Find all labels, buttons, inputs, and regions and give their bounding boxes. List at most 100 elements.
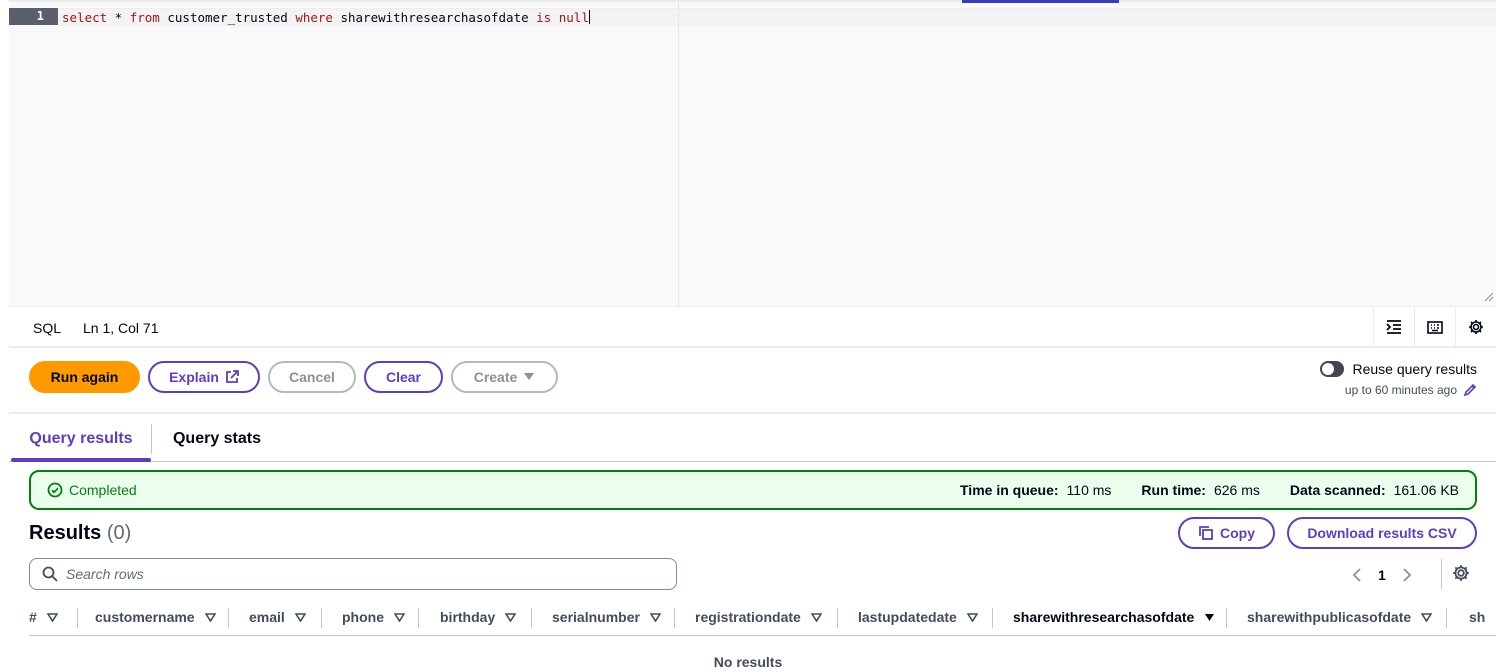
chevron-left-icon[interactable] xyxy=(1352,568,1362,582)
download-results-csv-button[interactable]: Download results CSV xyxy=(1287,517,1477,549)
editor-tab-indicator xyxy=(962,0,1119,3)
settings-gear-icon[interactable] xyxy=(1455,307,1496,347)
no-results-message: No results xyxy=(713,654,783,670)
sql-keyword: from xyxy=(129,10,160,25)
code-area[interactable]: select * from customer_trusted where sha… xyxy=(58,2,1496,306)
clear-button[interactable]: Clear xyxy=(364,361,443,393)
stat-label: Data scanned: xyxy=(1289,482,1386,498)
search-icon xyxy=(42,566,58,582)
column-header-label: sh xyxy=(1469,609,1486,625)
column-header-label: phone xyxy=(342,609,384,625)
create-dropdown-button[interactable]: Create xyxy=(451,361,558,393)
line-number: 1 xyxy=(9,8,58,25)
results-table-header: # customername email phone birthday serialnum… xyxy=(29,600,1496,636)
sort-caret-icon xyxy=(810,612,822,622)
sort-caret-icon xyxy=(505,612,517,622)
print-margin xyxy=(678,2,679,306)
sql-keyword: null xyxy=(558,10,589,25)
reuse-results-toggle[interactable] xyxy=(1320,361,1345,377)
sql-keyword: where xyxy=(295,10,333,25)
status-text: Completed xyxy=(69,482,137,498)
pager-divider xyxy=(1441,559,1442,589)
sort-descending-icon xyxy=(1205,613,1215,621)
column-header[interactable]: serialnumber xyxy=(552,600,661,634)
pagination: 1 xyxy=(1352,560,1412,590)
text-cursor xyxy=(588,10,590,24)
chevron-right-icon[interactable] xyxy=(1402,568,1412,582)
column-header-label: serialnumber xyxy=(552,609,640,625)
editor-statusbar: SQL Ln 1, Col 71 xyxy=(9,306,1496,348)
explain-button[interactable]: Explain xyxy=(148,361,260,393)
column-header-label: lastupdatedate xyxy=(858,609,957,625)
run-again-button[interactable]: Run again xyxy=(29,361,140,393)
sql-editor[interactable]: 1 select * from customer_trusted where s… xyxy=(9,0,1496,306)
reuse-query-results: Reuse query results up to 60 minutes ago xyxy=(1320,361,1477,397)
sort-caret-icon xyxy=(1421,612,1433,622)
query-action-bar: Run again Explain Cancel Clear Create Re… xyxy=(9,349,1496,414)
column-header[interactable]: sharewithpublicasofdate xyxy=(1247,600,1433,634)
sort-caret-icon xyxy=(46,612,58,622)
search-rows-field[interactable] xyxy=(29,558,677,590)
column-divider[interactable] xyxy=(418,608,419,628)
code-line[interactable]: select * from customer_trusted where sha… xyxy=(62,9,590,26)
stat-item: Run time: 626 ms xyxy=(1141,482,1259,498)
column-header[interactable]: # xyxy=(29,600,58,634)
copy-label: Copy xyxy=(1220,525,1255,541)
create-label: Create xyxy=(473,369,518,385)
edit-pencil-icon[interactable] xyxy=(1463,383,1477,397)
results-count: (0) xyxy=(106,522,132,544)
tab-query-results[interactable]: Query results xyxy=(11,416,151,462)
column-header-label: email xyxy=(249,609,285,625)
column-header-label: customername xyxy=(95,609,195,625)
stat-value: 161.06 KB xyxy=(1393,482,1459,498)
tab-query-stats[interactable]: Query stats xyxy=(152,416,282,461)
column-header[interactable]: registrationdate xyxy=(695,600,822,634)
indent-icon[interactable] xyxy=(1373,307,1414,347)
column-divider[interactable] xyxy=(228,608,229,628)
copy-button[interactable]: Copy xyxy=(1178,517,1275,549)
sort-caret-icon xyxy=(394,612,405,622)
column-header[interactable]: customername xyxy=(95,600,216,634)
stat-value: 110 ms xyxy=(1066,482,1112,498)
page-number[interactable]: 1 xyxy=(1378,567,1386,583)
keyboard-icon[interactable] xyxy=(1414,307,1455,347)
sql-text: customer_trusted xyxy=(159,10,296,25)
column-divider[interactable] xyxy=(321,608,322,628)
copy-icon xyxy=(1199,526,1213,540)
column-header-label: birthday xyxy=(440,609,496,625)
sort-caret-icon xyxy=(204,612,216,622)
stat-label: Time in queue: xyxy=(960,482,1059,498)
column-header[interactable]: phone xyxy=(342,600,405,634)
column-header-label: sharewithpublicasofdate xyxy=(1247,609,1412,625)
column-divider[interactable] xyxy=(837,608,838,628)
column-header[interactable]: birthday xyxy=(440,600,517,634)
column-header[interactable]: sh xyxy=(1469,600,1485,634)
column-divider[interactable] xyxy=(1446,608,1447,628)
stat-item: Data scanned: 161.06 KB xyxy=(1290,482,1459,498)
external-link-icon xyxy=(225,370,239,383)
sort-caret-icon xyxy=(649,612,661,622)
column-divider[interactable] xyxy=(531,608,532,628)
table-preferences-gear-icon[interactable] xyxy=(1452,564,1470,582)
cancel-button[interactable]: Cancel xyxy=(268,361,356,393)
sql-keyword: select xyxy=(62,10,108,25)
sql-keyword: is xyxy=(536,10,552,25)
column-header[interactable]: lastupdatedate xyxy=(858,600,978,634)
column-header-label: sharewithresearchasofdate xyxy=(1013,609,1195,625)
column-divider[interactable] xyxy=(77,608,78,628)
reuse-label: Reuse query results xyxy=(1352,361,1477,377)
column-header[interactable]: email xyxy=(249,600,306,634)
sql-text: * xyxy=(107,10,130,25)
cursor-position: Ln 1, Col 71 xyxy=(83,320,159,336)
column-divider[interactable] xyxy=(1226,608,1227,628)
column-header[interactable]: sharewithresearchasofdate xyxy=(1013,600,1215,634)
stat-item: Time in queue: 110 ms xyxy=(960,482,1111,498)
column-header-label: # xyxy=(29,609,37,625)
column-divider[interactable] xyxy=(992,608,993,628)
column-divider[interactable] xyxy=(674,608,675,628)
caret-down-icon xyxy=(524,373,535,380)
query-status-banner: Completed Time in queue: 110 ms Run time: 6… xyxy=(29,470,1477,510)
search-rows-input[interactable] xyxy=(66,566,646,582)
resize-handle-icon[interactable] xyxy=(1484,292,1494,302)
